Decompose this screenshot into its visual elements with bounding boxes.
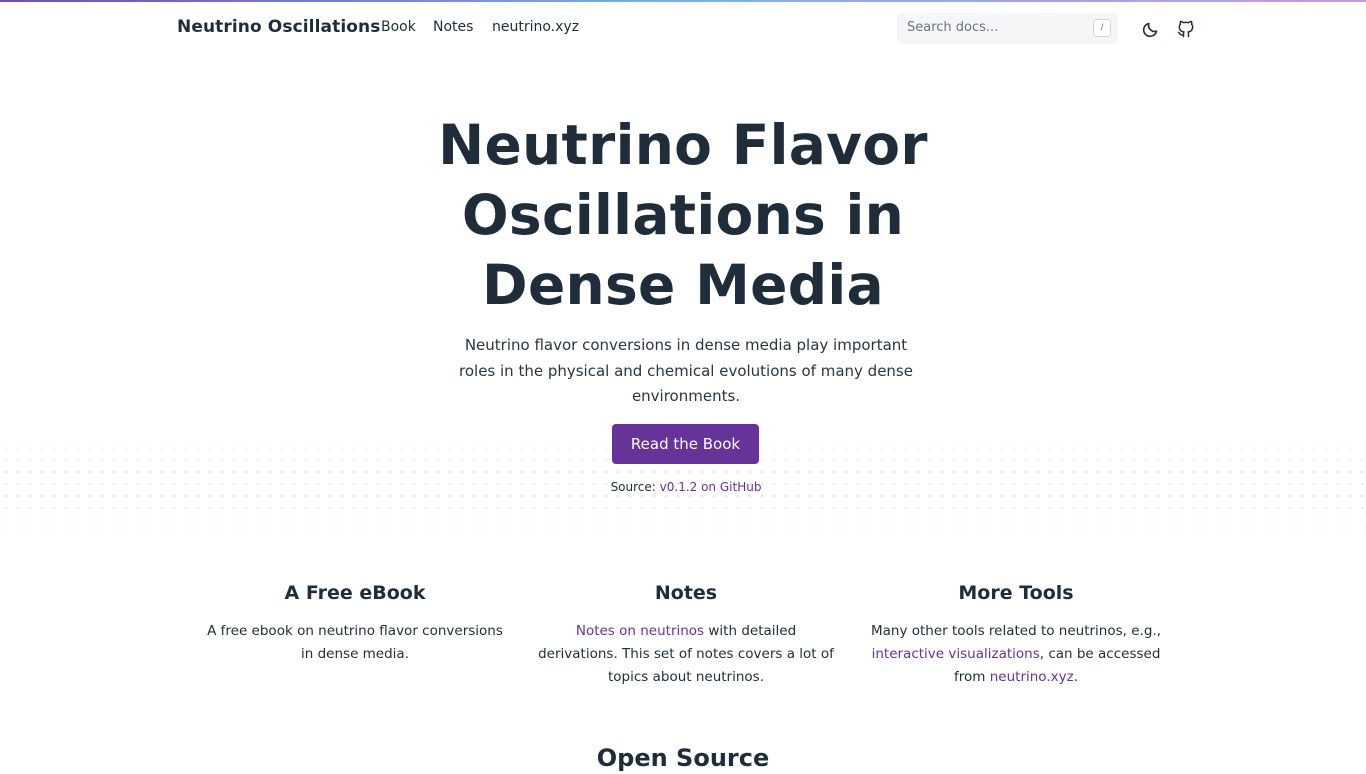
notes-on-neutrinos-link[interactable]: Notes on neutrinos [576, 623, 704, 639]
interactive-visualizations-link[interactable]: interactive visualizations [872, 646, 1040, 662]
github-icon[interactable] [1176, 19, 1196, 39]
feature-tools-text: Many other tools related to neutrinos, e… [866, 620, 1166, 689]
feature-ebook-title: A Free eBook [284, 582, 426, 604]
source-line: Source: v0.1.2 on GitHub [586, 480, 786, 494]
site-brand[interactable]: Neutrino Oscillations [177, 17, 380, 37]
feature-tools-text-end: . [1073, 669, 1078, 685]
feature-tools-text-before: Many other tools related to neutrinos, e… [871, 623, 1161, 639]
read-the-book-button[interactable]: Read the Book [612, 424, 759, 464]
search-input[interactable]: Search docs... / [897, 13, 1118, 44]
feature-notes: Notes Notes on neutrinos with detailed d… [536, 580, 836, 689]
feature-notes-text: Notes on neutrinos with detailed derivat… [536, 620, 836, 689]
feature-notes-title: Notes [654, 582, 718, 604]
feature-tools-title: More Tools [958, 582, 1074, 604]
hero-subtitle: Neutrino flavor conversions in dense med… [459, 336, 913, 405]
neutrino-xyz-link[interactable]: neutrino.xyz [990, 669, 1074, 685]
nav-link-notes[interactable]: Notes [433, 19, 473, 35]
site-header: Neutrino Oscillations Book Notes neutrin… [0, 2, 1366, 54]
nav-link-neutrino-xyz[interactable]: neutrino.xyz [492, 19, 579, 35]
feature-ebook-text: A free ebook on neutrino flavor conversi… [207, 623, 503, 662]
feature-ebook: A Free eBook A free ebook on neutrino fl… [205, 580, 505, 666]
source-github-link[interactable]: v0.1.2 on GitHub [660, 480, 762, 494]
nav-link-book[interactable]: Book [381, 19, 416, 35]
search-placeholder: Search docs... [907, 20, 999, 35]
feature-more-tools: More Tools Many other tools related to n… [866, 580, 1166, 689]
open-source-heading: Open Source [596, 744, 770, 772]
moon-icon[interactable] [1141, 19, 1161, 39]
hero-title: Neutrino Flavor Oscillations in Dense Me… [438, 113, 928, 317]
search-shortcut-key: / [1093, 19, 1111, 37]
source-prefix: Source: [610, 480, 660, 494]
